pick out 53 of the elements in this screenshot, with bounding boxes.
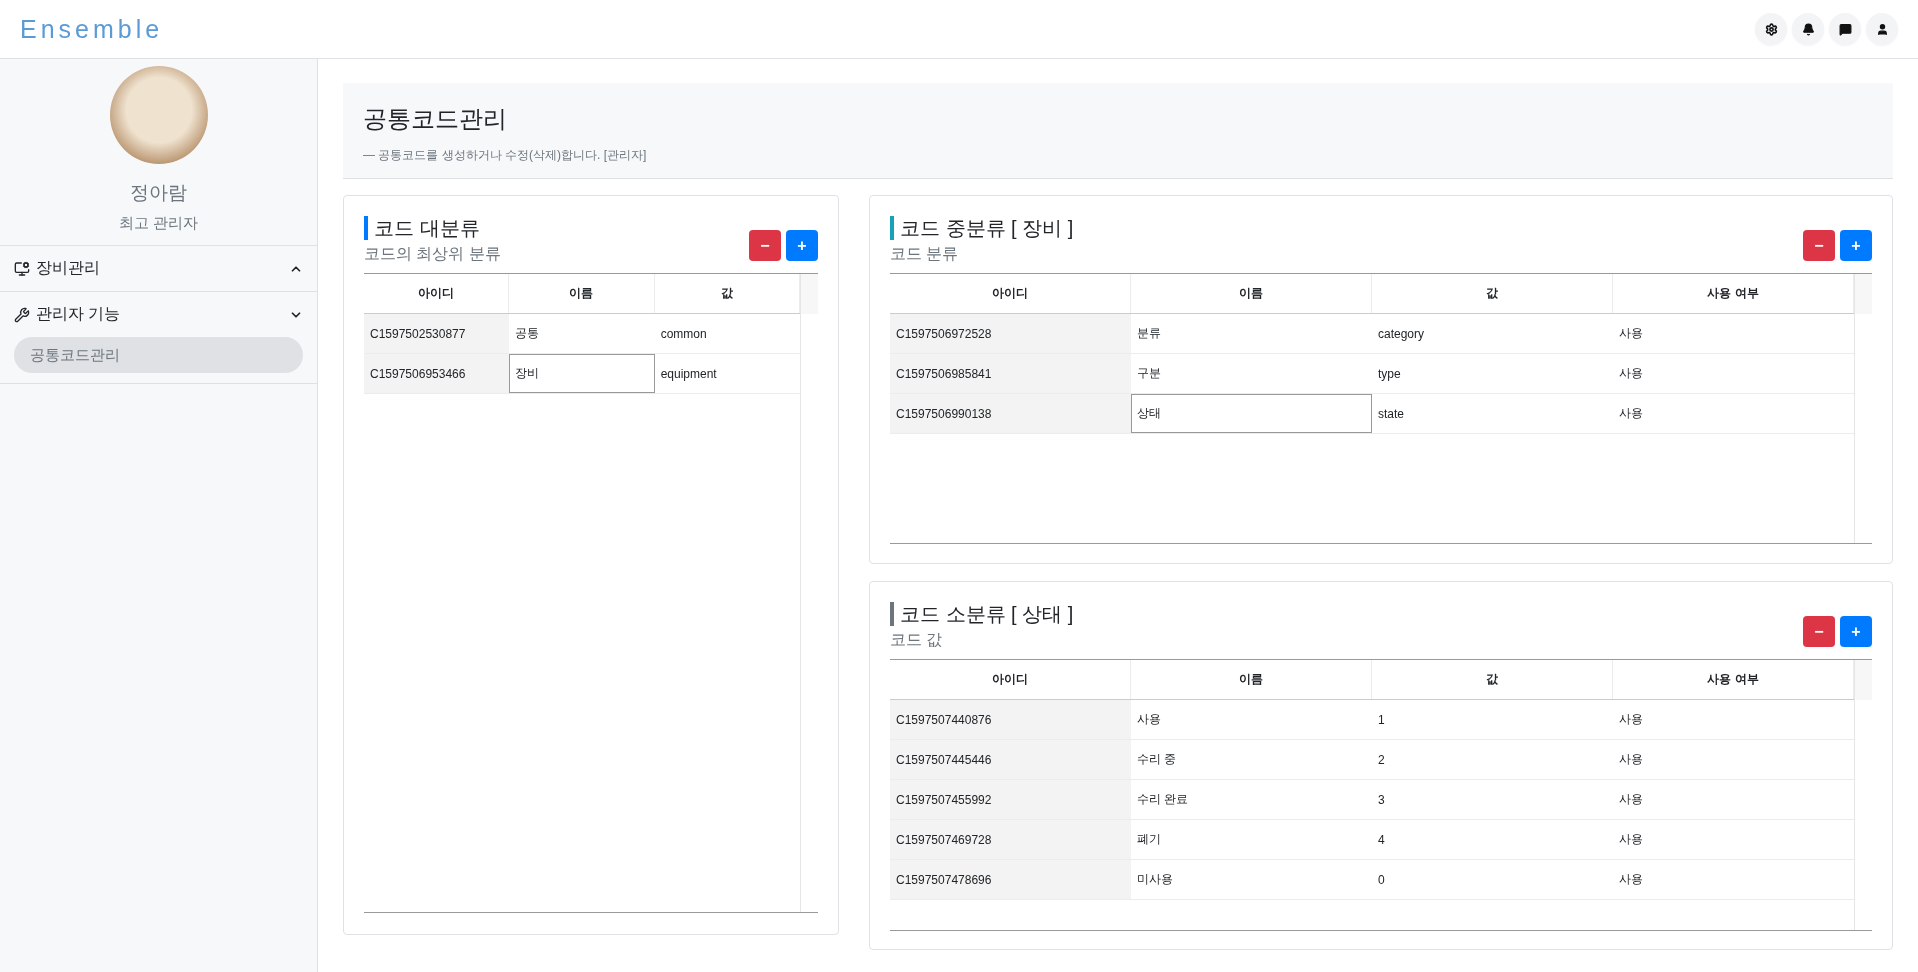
column-header[interactable]: 아이디 — [890, 660, 1131, 699]
page-title: 공통코드관리 — [363, 104, 508, 134]
column-header[interactable]: 아이디 — [890, 274, 1131, 313]
sidebar-item[interactable]: 공통코드관리 — [14, 337, 303, 373]
table-cell[interactable]: C1597502530877 — [364, 314, 510, 353]
panel-subtitle: 코드의 최상위 분류 — [364, 244, 501, 264]
panel-title: 코드 소분류 [ 상태 ] — [890, 602, 1074, 626]
sidebar-menu[interactable]: 장비관리 — [0, 246, 317, 291]
wrench-icon — [14, 306, 30, 323]
column-header[interactable]: 값 — [1372, 660, 1613, 699]
scrollbar-track[interactable] — [800, 274, 818, 912]
user-name: 정아람 — [130, 181, 187, 205]
chat-icon — [1838, 22, 1852, 36]
table-cell[interactable]: C1597506990138 — [890, 394, 1131, 433]
remove-button[interactable]: − — [1803, 616, 1835, 647]
settings-icon — [1764, 22, 1778, 36]
column-header[interactable]: 이름 — [509, 274, 655, 313]
user-role: 최고 관리자 — [118, 214, 199, 233]
table-cell[interactable]: C1597506985841 — [890, 354, 1131, 393]
column-header[interactable]: 아이디 — [364, 274, 510, 313]
add-button[interactable]: + — [786, 230, 818, 261]
monitor-icon — [14, 260, 30, 277]
sidebar-menu[interactable]: 관리자 기능 — [0, 292, 317, 337]
table-cell[interactable]: 상태 — [1131, 394, 1372, 433]
table-cell[interactable]: C1597507469728 — [890, 820, 1131, 859]
column-header[interactable]: 이름 — [1131, 274, 1372, 313]
table-cell[interactable]: C1597507478696 — [890, 860, 1131, 899]
panel-subtitle: 코드 값 — [890, 630, 944, 650]
table-cell[interactable]: C1597507440876 — [890, 700, 1131, 739]
table-cell[interactable]: C1597506972528 — [890, 314, 1131, 353]
add-button[interactable]: + — [1840, 230, 1872, 261]
column-header[interactable]: 값 — [654, 274, 800, 313]
scrollbar-track[interactable] — [1854, 660, 1872, 930]
table-cell[interactable]: 장비 — [509, 354, 655, 393]
remove-button[interactable]: − — [1803, 230, 1835, 261]
column-header[interactable]: 이름 — [1131, 660, 1372, 699]
messages-button[interactable] — [1829, 13, 1861, 45]
panel-title: 코드 중분류 [ 장비 ] — [890, 216, 1074, 240]
remove-button[interactable]: − — [749, 230, 781, 261]
profile-button[interactable] — [1866, 13, 1898, 45]
bell-icon — [1801, 22, 1815, 36]
settings-button[interactable] — [1755, 13, 1787, 45]
panel-subtitle: 코드 분류 — [890, 244, 960, 264]
add-button[interactable]: + — [1840, 616, 1872, 647]
page-subtitle: — 공통코드를 생성하거나 수정(삭제)합니다. [관리자] — [363, 147, 648, 164]
panel-title: 코드 대분류 — [364, 216, 501, 240]
scrollbar-track[interactable] — [1854, 274, 1872, 543]
table-cell[interactable]: C1597507445446 — [890, 740, 1131, 779]
column-header[interactable]: 값 — [1372, 274, 1613, 313]
table-cell[interactable]: C1597507455992 — [890, 780, 1131, 819]
table-cell[interactable]: C1597506953466 — [364, 354, 510, 393]
user-icon — [1875, 22, 1889, 36]
notifications-button[interactable] — [1792, 13, 1824, 45]
